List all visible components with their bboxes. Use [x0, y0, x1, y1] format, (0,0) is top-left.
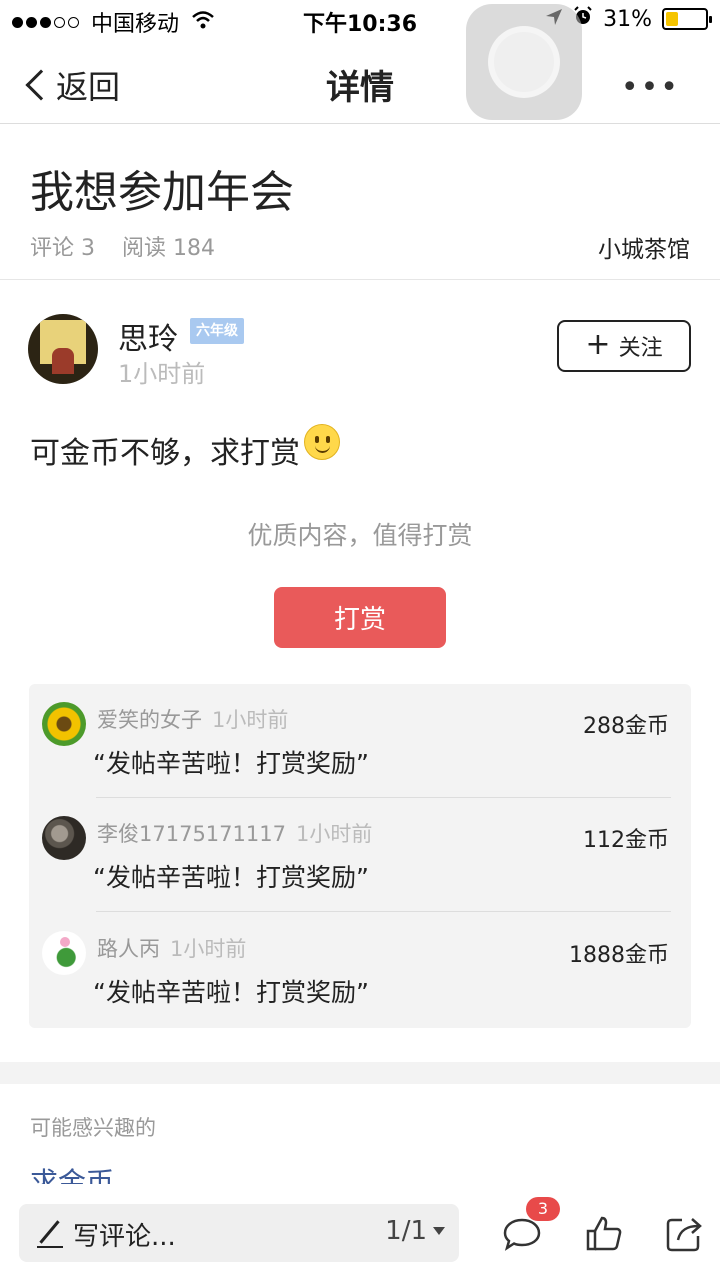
- comment-count-badge: 3: [526, 1197, 560, 1221]
- more-options-button[interactable]: •••: [621, 70, 680, 105]
- plus-icon: +: [585, 326, 611, 362]
- reward-button[interactable]: 打赏: [274, 587, 446, 648]
- post-title: 我想参加年会: [30, 167, 294, 218]
- bottom-toolbar: 写评论... 1/1: [0, 1186, 720, 1280]
- reward-hint: 优质内容，值得打赏: [247, 521, 473, 550]
- reward-item: 李俊17175171117 1小时前 112金币 “发帖辛苦啦！打赏奖励”: [29, 798, 691, 912]
- thumbs-up-icon[interactable]: [584, 1214, 624, 1254]
- smile-emoji-icon: [304, 424, 340, 460]
- reward-amount: 112金币: [583, 828, 669, 853]
- divider: [0, 279, 720, 280]
- follow-label: 关注: [618, 336, 663, 361]
- post-body: 可金币不够，求打赏: [30, 424, 340, 472]
- author-avatar[interactable]: [28, 314, 98, 384]
- follow-button[interactable]: + 关注: [557, 320, 691, 372]
- author-name[interactable]: 思玲: [118, 314, 178, 358]
- interest-link[interactable]: 求金币: [30, 1164, 114, 1184]
- battery-icon: [662, 8, 712, 30]
- reward-item: 爱笑的女子 1小时前 288金币 “发帖辛苦啦！打赏奖励”: [29, 684, 691, 798]
- share-icon[interactable]: [664, 1214, 704, 1254]
- comment-placeholder: 写评论...: [73, 1222, 176, 1252]
- reward-message: “发帖辛苦啦！打赏奖励”: [93, 863, 369, 892]
- rewarder-name: 路人丙 1小时前: [97, 937, 247, 961]
- section-separator: [0, 1062, 720, 1084]
- post-meta: 评论 3 阅读 184: [30, 230, 235, 262]
- pencil-icon: [37, 1218, 63, 1248]
- rewarder-name: 李俊17175171117 1小时前: [97, 822, 373, 846]
- page-indicator[interactable]: 1/1: [385, 1216, 445, 1246]
- reward-time: 1小时前: [212, 708, 289, 732]
- assistive-touch-icon: [488, 26, 560, 98]
- reward-message: “发帖辛苦啦！打赏奖励”: [93, 978, 369, 1007]
- lotus-avatar[interactable]: [42, 931, 86, 975]
- level-badge: 六年级: [190, 318, 244, 344]
- reward-list: 爱笑的女子 1小时前 288金币 “发帖辛苦啦！打赏奖励” 李俊171751711…: [29, 684, 691, 1028]
- battery-percent: 31%: [603, 6, 652, 32]
- forum-link[interactable]: 小城茶馆: [598, 230, 690, 264]
- comment-input[interactable]: 写评论... 1/1: [19, 1204, 459, 1262]
- page-title: 详情: [326, 68, 394, 108]
- rewarder-name: 爱笑的女子 1小时前: [97, 708, 289, 732]
- reward-time: 1小时前: [170, 937, 247, 961]
- assistive-touch-button[interactable]: [466, 4, 582, 120]
- post-body-text: 可金币不够，求打赏: [30, 436, 300, 471]
- sunflower-avatar[interactable]: [42, 702, 86, 746]
- user-avatar[interactable]: [42, 816, 86, 860]
- post-time: 1小时前: [118, 360, 206, 388]
- comment-count: 评论 3: [30, 236, 95, 261]
- reward-item: 路人丙 1小时前 1888金币 “发帖辛苦啦！打赏奖励”: [29, 913, 691, 1027]
- reward-amount: 1888金币: [569, 943, 669, 968]
- reward-amount: 288金币: [583, 714, 669, 739]
- status-bar: 中国移动 下午10:36 31%: [0, 0, 720, 40]
- navigation-bar: 返回 详情 •••: [0, 40, 720, 124]
- battery-fill: [666, 12, 678, 26]
- caret-down-icon: [433, 1227, 445, 1235]
- reward-time: 1小时前: [295, 822, 373, 846]
- divider: [96, 911, 671, 912]
- interest-section-label: 可能感兴趣的: [30, 1116, 156, 1140]
- reward-message: “发帖辛苦啦！打赏奖励”: [93, 749, 369, 778]
- read-count: 阅读 184: [122, 236, 215, 261]
